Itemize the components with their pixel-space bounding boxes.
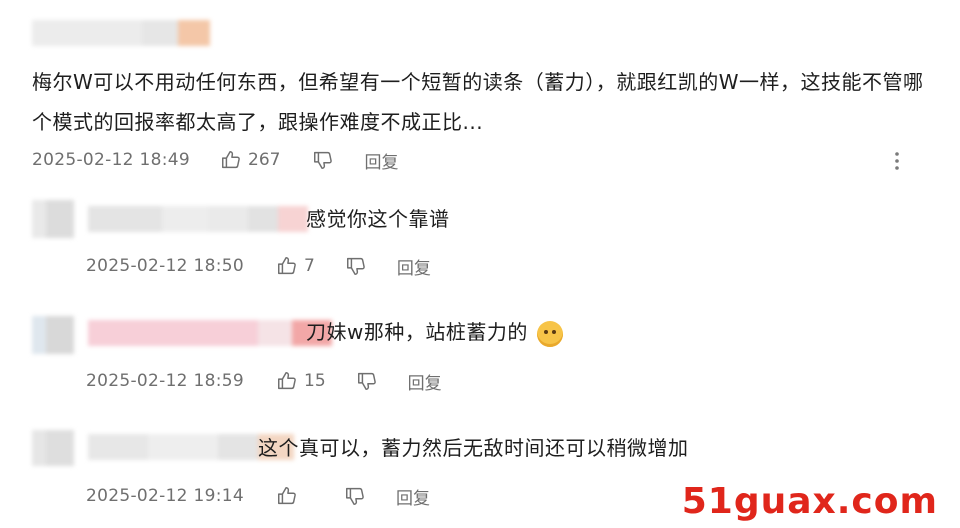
thumbs-up-icon[interactable] xyxy=(276,370,298,392)
reply-button[interactable]: 回复 xyxy=(397,254,431,279)
blurred-username[interactable] xyxy=(88,206,308,232)
reply-meta: 2025-02-12 19:14 回复 xyxy=(86,482,430,510)
blurred-avatar[interactable] xyxy=(32,430,74,466)
timestamp: 2025-02-12 18:49 xyxy=(32,150,190,170)
reply-meta: 2025-02-12 18:50 7 回复 xyxy=(86,252,431,280)
reply-text: 刀妹w那种，站桩蓄力的 xyxy=(306,318,563,347)
thumbs-down-icon[interactable] xyxy=(312,149,334,171)
thumbs-down-icon[interactable] xyxy=(345,255,367,277)
like-count: 15 xyxy=(304,371,326,391)
thumbs-up-icon[interactable] xyxy=(276,485,298,507)
reply-meta: 2025-02-12 18:59 15 回复 xyxy=(86,367,442,395)
thumbs-up-icon[interactable] xyxy=(220,149,242,171)
thumbs-down-icon[interactable] xyxy=(344,485,366,507)
blurred-username[interactable] xyxy=(88,320,332,346)
like-count: 267 xyxy=(248,150,281,170)
thumbs-up-icon[interactable] xyxy=(276,255,298,277)
reply-text: 感觉你这个靠谱 xyxy=(306,207,450,231)
timestamp: 2025-02-12 18:50 xyxy=(86,256,244,276)
reply-text: 这个真可以，蓄力然后无敌时间还可以稍微增加 xyxy=(258,436,689,460)
like-count: 7 xyxy=(304,256,315,276)
blurred-avatar[interactable] xyxy=(32,200,74,238)
reply-text-content: 刀妹w那种，站桩蓄力的 xyxy=(306,320,528,344)
dog-face-emoji xyxy=(536,320,563,347)
blurred-avatar[interactable] xyxy=(32,316,74,354)
main-comment-meta: 2025-02-12 18:49 267 回复 xyxy=(32,146,398,174)
reply-button[interactable]: 回复 xyxy=(396,484,430,509)
reply-button[interactable]: 回复 xyxy=(364,148,398,173)
timestamp: 2025-02-12 19:14 xyxy=(86,486,244,506)
site-watermark: 51guax.com xyxy=(681,481,938,522)
more-vertical-icon[interactable] xyxy=(890,150,904,172)
thumbs-down-icon[interactable] xyxy=(356,370,378,392)
main-comment-text: 梅尔W可以不用动任何东西，但希望有一个短暂的读条（蓄力），就跟红凯的W一样，这技… xyxy=(32,70,924,134)
timestamp: 2025-02-12 18:59 xyxy=(86,371,244,391)
reply-button[interactable]: 回复 xyxy=(408,369,442,394)
blurred-username[interactable] xyxy=(32,20,210,46)
